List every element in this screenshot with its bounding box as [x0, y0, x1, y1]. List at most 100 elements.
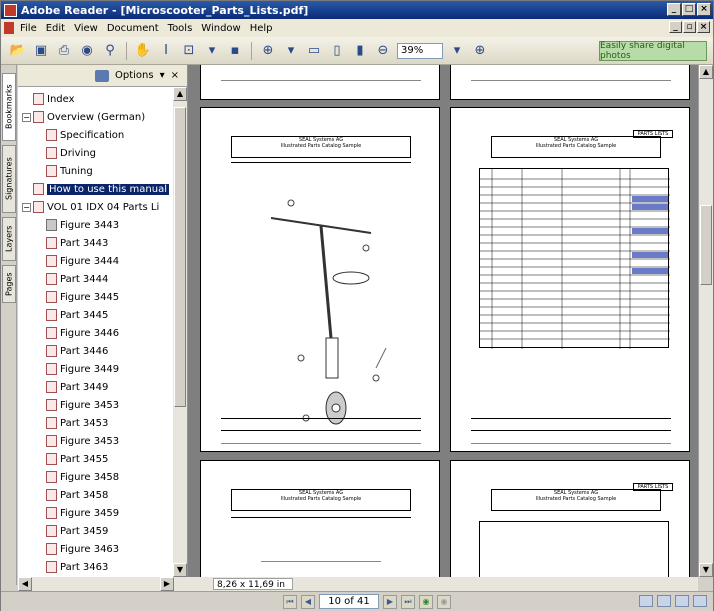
bookmark-icon: [46, 327, 57, 339]
bookmark-item[interactable]: Figure 3453: [46, 397, 119, 413]
bookmark-item[interactable]: Part 3444: [46, 271, 108, 287]
single-page-icon[interactable]: [639, 595, 653, 607]
previous-page-button[interactable]: ◀: [301, 594, 315, 609]
fit-width-icon[interactable]: ▮: [351, 42, 369, 60]
tab-layers[interactable]: Layers: [2, 217, 16, 261]
continuous-icon[interactable]: [657, 595, 671, 607]
doc-scroll-thumb[interactable]: [700, 205, 712, 285]
email-icon[interactable]: ◉: [78, 42, 96, 60]
bookmark-item[interactable]: Figure 3459: [46, 505, 119, 521]
tool-dropdown-icon[interactable]: ▾: [203, 42, 221, 60]
last-page-button[interactable]: ⏭: [401, 594, 415, 609]
bookmark-item[interactable]: Part 3443: [46, 235, 108, 251]
actual-size-icon[interactable]: ▭: [305, 42, 323, 60]
zoom-input[interactable]: 39%: [397, 42, 443, 59]
menu-tools[interactable]: Tools: [168, 23, 193, 34]
maximize-button[interactable]: □: [682, 3, 696, 16]
tab-signatures[interactable]: Signatures: [2, 145, 16, 213]
options-button[interactable]: Options: [115, 70, 154, 81]
bookmark-label: Part 3458: [60, 489, 109, 501]
tab-pages[interactable]: Pages: [2, 265, 16, 303]
bookmark-item[interactable]: How to use this manual: [22, 181, 169, 197]
fit-page-icon[interactable]: ▯: [328, 42, 346, 60]
scroll-thumb[interactable]: [174, 107, 186, 407]
previous-view-button[interactable]: ◉: [419, 594, 433, 609]
menu-help[interactable]: Help: [250, 23, 273, 34]
bookmark-item[interactable]: Part 3458: [46, 487, 108, 503]
crop-icon[interactable]: ▪: [226, 42, 244, 60]
bookmark-item[interactable]: − Overview (German): [22, 109, 145, 125]
doc-scroll-down-arrow[interactable]: ▼: [699, 563, 713, 577]
bookmark-item[interactable]: Figure 3463: [46, 541, 119, 557]
bookmark-item[interactable]: Tuning: [46, 163, 93, 179]
menu-window[interactable]: Window: [201, 23, 240, 34]
scroll-up-arrow[interactable]: ▲: [173, 87, 187, 101]
bookmarks-scrollbar[interactable]: ▲ ▼: [173, 87, 187, 577]
collapse-icon[interactable]: −: [22, 112, 31, 122]
zoom-plus-icon[interactable]: ⊕: [471, 42, 489, 60]
doc-scroll-up-arrow[interactable]: ▲: [699, 65, 713, 79]
select-text-icon[interactable]: Ⅰ: [157, 42, 175, 60]
snapshot-icon[interactable]: ⊡: [180, 42, 198, 60]
bookmark-item[interactable]: Figure 3443: [46, 217, 119, 233]
next-view-button[interactable]: ◉: [437, 594, 451, 609]
bookmark-icon: [46, 453, 57, 465]
minimize-button[interactable]: _: [667, 3, 681, 16]
toolbar-separator: [126, 41, 127, 60]
bookmarks-hscrollbar[interactable]: ◀ ▶: [18, 577, 188, 591]
zoom-select-icon[interactable]: ▾: [448, 42, 466, 60]
bookmark-item[interactable]: Figure 3453: [46, 433, 119, 449]
bookmark-item[interactable]: Figure 3445: [46, 289, 119, 305]
bookmark-item[interactable]: Part 3445: [46, 307, 108, 323]
doc-close-button[interactable]: ×: [697, 21, 710, 33]
share-photos-button[interactable]: Easily share digital photos: [599, 41, 707, 61]
collapse-icon[interactable]: −: [22, 202, 31, 212]
bookmark-item[interactable]: Part 3453: [46, 415, 108, 431]
hand-tool-icon[interactable]: ✋: [134, 42, 152, 60]
facing-icon[interactable]: [675, 595, 689, 607]
menu-file[interactable]: File: [20, 23, 37, 34]
bookmark-item[interactable]: Specification: [46, 127, 124, 143]
page-number-input[interactable]: 10 of 41: [319, 594, 379, 609]
doc-minimize-button[interactable]: _: [669, 21, 682, 33]
doc-restore-button[interactable]: ▫: [683, 21, 696, 33]
menu-document[interactable]: Document: [107, 23, 159, 34]
bookmark-label: How to use this manual: [47, 183, 169, 195]
bookmark-item[interactable]: Driving: [46, 145, 96, 161]
bookmark-item[interactable]: Part 3455: [46, 451, 108, 467]
zoom-in-icon[interactable]: ⊕: [259, 42, 277, 60]
bookmark-item[interactable]: Part 3449: [46, 379, 108, 395]
bookmark-item[interactable]: Figure 3449: [46, 361, 119, 377]
bookmark-item[interactable]: Figure 3444: [46, 253, 119, 269]
bookmark-item[interactable]: Index: [22, 91, 75, 107]
close-button[interactable]: ×: [697, 3, 711, 16]
bookmark-item[interactable]: Part 3463: [46, 559, 108, 575]
panel-close-button[interactable]: ×: [171, 70, 179, 81]
zoom-dropdown-icon[interactable]: ▾: [282, 42, 300, 60]
bookmark-item[interactable]: Figure 3446: [46, 325, 119, 341]
options-dropdown-icon[interactable]: ▾: [160, 70, 165, 81]
document-view[interactable]: SEAL Systems AG Illustrated Parts Catalo…: [188, 65, 698, 577]
continuous-facing-icon[interactable]: [693, 595, 707, 607]
menu-edit[interactable]: Edit: [46, 23, 65, 34]
tab-bookmarks[interactable]: Bookmarks: [2, 73, 16, 141]
next-page-button[interactable]: ▶: [383, 594, 397, 609]
first-page-button[interactable]: ⏮: [283, 594, 297, 609]
bookmark-item[interactable]: − VOL 01 IDX 04 Parts Li: [22, 199, 159, 215]
save-icon[interactable]: ▣: [32, 42, 50, 60]
open-icon[interactable]: 📂: [9, 42, 27, 60]
bookmark-item[interactable]: Part 3446: [46, 343, 108, 359]
scroll-down-arrow[interactable]: ▼: [173, 563, 187, 577]
bookmark-icon: [46, 435, 57, 447]
menu-view[interactable]: View: [74, 23, 98, 34]
bookmark-item[interactable]: Figure 3458: [46, 469, 119, 485]
print-icon[interactable]: ⎙: [55, 42, 73, 60]
search-icon[interactable]: ⚲: [101, 42, 119, 60]
bookmark-item[interactable]: Part 3459: [46, 523, 108, 539]
document-vscrollbar[interactable]: ▲ ▼: [698, 65, 713, 577]
scroll-right-arrow[interactable]: ▶: [160, 577, 174, 591]
bookmark-icon: [46, 273, 57, 285]
scroll-left-arrow[interactable]: ◀: [18, 577, 32, 591]
zoom-out-icon[interactable]: ⊖: [374, 42, 392, 60]
document-icon[interactable]: [4, 22, 14, 34]
